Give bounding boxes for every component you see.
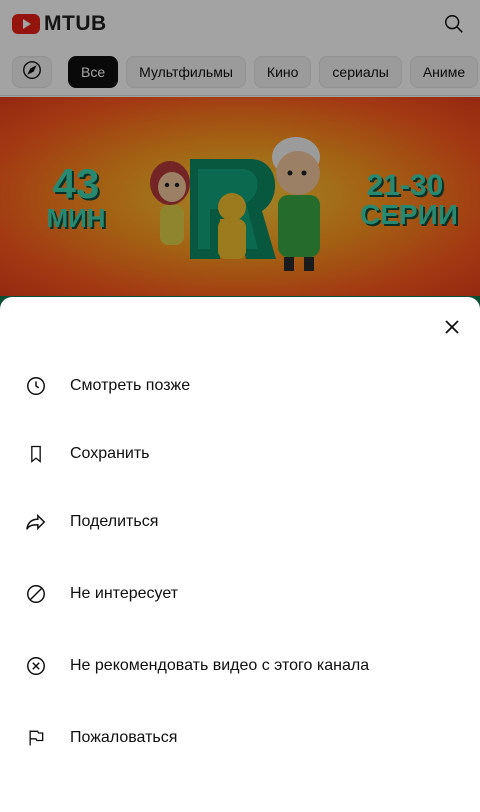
sheet-menu: Смотреть позже Сохранить Поделиться Не и… [0, 351, 480, 775]
menu-item-not-interested[interactable]: Не интересует [0, 557, 480, 631]
video-actions-sheet: Смотреть позже Сохранить Поделиться Не и… [0, 297, 480, 812]
menu-item-share[interactable]: Поделиться [0, 487, 480, 557]
menu-item-label: Не интересует [70, 585, 179, 602]
menu-item-label: Пожаловаться [70, 729, 178, 746]
close-icon[interactable] [434, 309, 470, 345]
menu-item-label: Сохранить [70, 445, 150, 462]
block-icon [24, 582, 48, 606]
bookmark-icon [24, 442, 48, 466]
menu-item-label: Не рекомендовать видео с этого канала [70, 657, 370, 674]
menu-item-label: Смотреть позже [70, 377, 191, 394]
menu-item-watch-later[interactable]: Смотреть позже [0, 351, 480, 421]
share-icon [24, 510, 48, 534]
menu-item-dont-recommend-channel[interactable]: Не рекомендовать видео с этого канала [0, 631, 480, 701]
app-root: MTUB Все Мультфильмы Кино сериалы Аниме [0, 0, 480, 812]
circle-x-icon [24, 654, 48, 678]
clock-icon [24, 374, 48, 398]
menu-item-label: Поделиться [70, 513, 159, 530]
flag-icon [24, 726, 48, 750]
menu-item-save[interactable]: Сохранить [0, 421, 480, 487]
menu-item-report[interactable]: Пожаловаться [0, 701, 480, 775]
